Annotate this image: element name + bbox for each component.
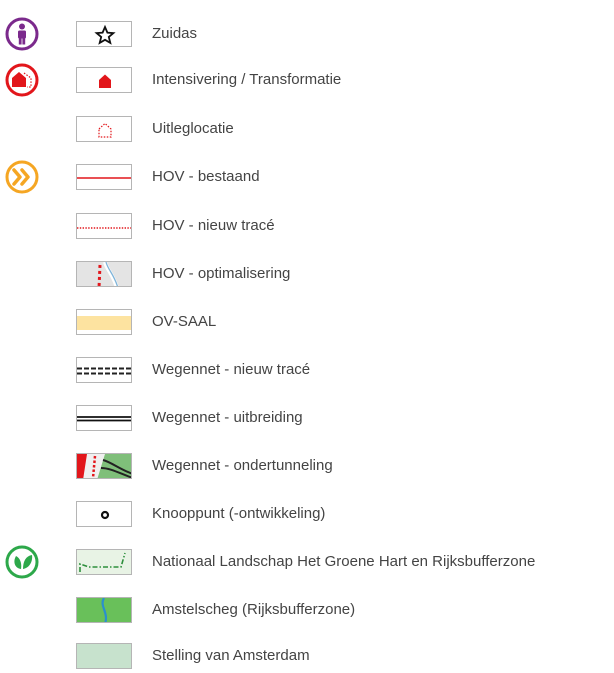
star-icon — [76, 21, 132, 47]
legend-row-ov-saal: OV-SAAL — [0, 305, 614, 339]
leaf-circle-icon — [5, 545, 39, 579]
legend-row-wegennet-uitbreiding: Wegennet - uitbreiding — [0, 401, 614, 435]
legend-row-nationaal-landschap: Nationaal Landschap Het Groene Hart en R… — [0, 545, 614, 579]
yellow-band-icon — [76, 309, 132, 335]
legend-label-knooppunt: Knooppunt (-ontwikkeling) — [152, 505, 326, 522]
green-dashdot-icon — [76, 549, 132, 575]
red-line-icon — [76, 164, 132, 190]
legend-label-ov-saal: OV-SAAL — [152, 313, 217, 330]
legend-label-wegennet-nieuw: Wegennet - nieuw tracé — [152, 361, 311, 378]
house-dotted-icon — [76, 116, 132, 142]
legend-label-nationaal-landschap: Nationaal Landschap Het Groene Hart en R… — [152, 553, 536, 570]
legend-label-hov-nieuw: HOV - nieuw tracé — [152, 217, 275, 234]
house-circle-icon — [5, 63, 39, 97]
legend-label-wegennet-ondertunneling: Wegennet - ondertunneling — [152, 457, 333, 474]
legend-label-hov-bestaand: HOV - bestaand — [152, 168, 260, 185]
legend-row-wegennet-ondertunneling: Wegennet - ondertunneling — [0, 449, 614, 483]
legend-label-uitleglocatie: Uitleglocatie — [152, 120, 234, 137]
pale-green-icon — [76, 643, 132, 669]
legend-label-amstelscheg: Amstelscheg (Rijksbufferzone) — [152, 601, 356, 618]
legend-label-stelling: Stelling van Amsterdam — [152, 647, 310, 664]
green-river-icon — [76, 597, 132, 623]
legend-row-uitleglocatie: Uitleglocatie — [0, 112, 614, 146]
hov-map-icon — [76, 261, 132, 287]
legend-row-zuidas: Zuidas — [0, 17, 614, 51]
legend-row-hov-nieuw: HOV - nieuw tracé — [0, 209, 614, 243]
node-circle-icon — [76, 501, 132, 527]
legend-row-hov-bestaand: HOV - bestaand — [0, 160, 614, 194]
legend-row-hov-optimalisering: HOV - optimalisering — [0, 257, 614, 291]
legend-label-intensivering: Intensivering / Transformatie — [152, 71, 342, 88]
dashed-road-icon — [76, 357, 132, 383]
house-filled-icon — [76, 67, 132, 93]
double-line-road-icon — [76, 405, 132, 431]
double-chevron-icon — [5, 160, 39, 194]
legend-row-intensivering: Intensivering / Transformatie — [0, 63, 614, 97]
legend-label-wegennet-uitbreiding: Wegennet - uitbreiding — [152, 409, 303, 426]
tunnel-map-icon — [76, 453, 132, 479]
legend-label-hov-optimalisering: HOV - optimalisering — [152, 265, 291, 282]
person-icon — [5, 17, 39, 51]
legend-row-wegennet-nieuw: Wegennet - nieuw tracé — [0, 353, 614, 387]
legend-row-amstelscheg: Amstelscheg (Rijksbufferzone) — [0, 593, 614, 627]
legend-row-knooppunt: Knooppunt (-ontwikkeling) — [0, 497, 614, 531]
legend-row-stelling: Stelling van Amsterdam — [0, 639, 614, 673]
legend-label-zuidas: Zuidas — [152, 25, 198, 42]
red-dotted-line-icon — [76, 213, 132, 239]
